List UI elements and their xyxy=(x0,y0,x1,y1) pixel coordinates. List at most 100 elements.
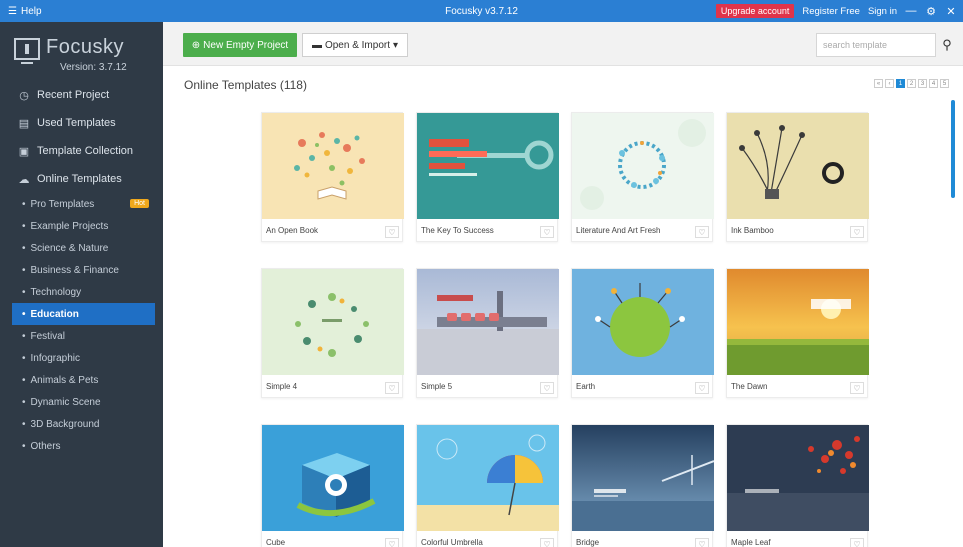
page-4-button[interactable]: 4 xyxy=(929,79,938,88)
sidebar-item-label: Festival xyxy=(30,330,65,342)
sidebar-item-festival[interactable]: • Festival xyxy=(0,325,163,347)
brand-name: Focusky xyxy=(46,36,124,58)
template-card-the-key-to-success[interactable]: ♡ The Key To Success xyxy=(416,112,559,242)
sign-in-link[interactable]: Sign in xyxy=(868,6,897,17)
template-card-an-open-book[interactable]: ♡ An Open Book xyxy=(261,112,404,242)
heart-icon[interactable]: ♡ xyxy=(385,226,399,238)
help-menu[interactable]: ☰ Help xyxy=(0,6,120,17)
template-title: Cube xyxy=(266,538,286,547)
sidebar-item-template-collection[interactable]: ▣ Template Collection xyxy=(0,137,163,165)
search-icon[interactable]: ⚲ xyxy=(937,33,957,57)
template-thumbnail xyxy=(572,425,714,531)
sidebar-item-online-templates[interactable]: ☁ Online Templates xyxy=(0,165,163,193)
heart-icon[interactable]: ♡ xyxy=(850,382,864,394)
sidebar-item-label: Education xyxy=(30,308,79,320)
template-card-cube[interactable]: ♡ Cube xyxy=(261,424,404,547)
section-title: Online Templates (118) xyxy=(184,78,307,92)
settings-icon[interactable]: ⚙ xyxy=(925,5,937,18)
template-card-simple-5[interactable]: ♡ Simple 5 xyxy=(416,268,559,398)
template-card-literature-and-art-fresh[interactable]: ♡ Literature And Art Fresh xyxy=(571,112,714,242)
sidebar-item-infographic[interactable]: • Infographic xyxy=(0,347,163,369)
template-title: An Open Book xyxy=(266,226,319,235)
sidebar-item-recent-project[interactable]: ◷ Recent Project xyxy=(0,81,163,109)
template-title: Ink Bamboo xyxy=(731,226,774,235)
heart-icon[interactable]: ♡ xyxy=(385,538,399,547)
template-title: Colorful Umbrella xyxy=(421,538,483,547)
template-thumbnail xyxy=(262,113,404,219)
sidebar-item-label: 3D Background xyxy=(30,418,100,430)
title-bar: ☰ Help Focusky v3.7.12 Upgrade account R… xyxy=(0,0,963,22)
register-free-link[interactable]: Register Free xyxy=(802,6,860,17)
heart-icon[interactable]: ♡ xyxy=(540,226,554,238)
sidebar-item-others[interactable]: • Others xyxy=(0,435,163,457)
brand: Focusky Version: 3.7.12 xyxy=(14,36,154,76)
template-card-ink-bamboo[interactable]: ♡ Ink Bamboo xyxy=(726,112,869,242)
heart-icon[interactable]: ♡ xyxy=(850,538,864,547)
heart-icon[interactable]: ♡ xyxy=(850,226,864,238)
sidebar-item-label: Technology xyxy=(30,286,82,298)
first-page-button[interactable]: « xyxy=(874,79,883,88)
page-3-button[interactable]: 3 xyxy=(918,79,927,88)
version-label: Version: 3.7.12 xyxy=(60,62,127,73)
heart-icon[interactable]: ♡ xyxy=(695,382,709,394)
open-import-button[interactable]: ▬ Open & Import ▾ xyxy=(302,33,408,57)
focusky-logo-icon xyxy=(14,38,40,64)
heart-icon[interactable]: ♡ xyxy=(540,538,554,547)
search-input[interactable]: search template xyxy=(816,33,936,57)
prev-page-button[interactable]: ‹ xyxy=(885,79,894,88)
upgrade-account-button[interactable]: Upgrade account xyxy=(715,4,795,18)
sidebar-item-animals-pets[interactable]: • Animals & Pets xyxy=(0,369,163,391)
sidebar-item-label: Dynamic Scene xyxy=(30,396,101,408)
help-icon: ☰ xyxy=(8,5,17,17)
help-label: Help xyxy=(20,5,42,17)
sidebar-item-label: Online Templates xyxy=(37,173,122,185)
sidebar-item-label: Pro Templates xyxy=(30,198,95,210)
sidebar-item-science-nature[interactable]: • Science & Nature xyxy=(0,237,163,259)
sidebar-item-3d-background[interactable]: • 3D Background xyxy=(0,413,163,435)
caret-down-icon: ▾ xyxy=(393,39,399,51)
new-empty-project-button[interactable]: ⊕ New Empty Project xyxy=(183,33,297,57)
template-title: The Key To Success xyxy=(421,226,494,235)
template-card-maple-leaf[interactable]: ♡ Maple Leaf xyxy=(726,424,869,547)
heart-icon[interactable]: ♡ xyxy=(695,226,709,238)
hot-badge: Hot xyxy=(130,199,149,208)
sidebar-item-technology[interactable]: • Technology xyxy=(0,281,163,303)
heart-icon[interactable]: ♡ xyxy=(695,538,709,547)
list-icon: ▤ xyxy=(18,117,30,130)
sidebar-item-example-projects[interactable]: • Example Projects xyxy=(0,215,163,237)
sidebar-nav: ◷ Recent Project ▤ Used Templates ▣ Temp… xyxy=(0,81,163,457)
sidebar-item-dynamic-scene[interactable]: • Dynamic Scene xyxy=(0,391,163,413)
template-title: Maple Leaf xyxy=(731,538,771,547)
page-5-button[interactable]: 5 xyxy=(940,79,949,88)
main-panel: ⊕ New Empty Project ▬ Open & Import ▾ se… xyxy=(163,22,963,547)
minimize-icon[interactable]: — xyxy=(905,5,917,17)
template-thumbnail xyxy=(727,425,869,531)
template-card-earth[interactable]: ♡ Earth xyxy=(571,268,714,398)
template-thumbnail xyxy=(262,425,404,531)
close-icon[interactable]: ✕ xyxy=(945,5,957,18)
scrollbar-thumb[interactable] xyxy=(951,100,955,198)
heart-icon[interactable]: ♡ xyxy=(385,382,399,394)
sidebar-item-used-templates[interactable]: ▤ Used Templates xyxy=(0,109,163,137)
template-card-bridge[interactable]: ♡ Bridge xyxy=(571,424,714,547)
sidebar-item-label: Infographic xyxy=(30,352,80,364)
clock-icon: ◷ xyxy=(19,89,29,102)
heart-icon[interactable]: ♡ xyxy=(540,382,554,394)
cloud-icon: ☁ xyxy=(18,173,30,186)
page-2-button[interactable]: 2 xyxy=(907,79,916,88)
template-card-simple-4[interactable]: ♡ Simple 4 xyxy=(261,268,404,398)
template-card-the-dawn[interactable]: ♡ The Dawn xyxy=(726,268,869,398)
sidebar-item-label: Recent Project xyxy=(37,89,110,101)
page-1-button[interactable]: 1 xyxy=(896,79,905,88)
template-card-colorful-umbrella[interactable]: ♡ Colorful Umbrella xyxy=(416,424,559,547)
template-title: Bridge xyxy=(576,538,600,547)
sidebar-item-education[interactable]: • Education xyxy=(12,303,155,325)
pagination: « ‹ 1 2 3 4 5 xyxy=(874,79,949,88)
template-thumbnail xyxy=(262,269,404,375)
folder-icon: ▬ xyxy=(311,39,322,51)
template-thumbnail xyxy=(417,269,559,375)
sidebar-item-business-finance[interactable]: • Business & Finance xyxy=(0,259,163,281)
template-thumbnail xyxy=(572,113,714,219)
template-thumbnail xyxy=(572,269,714,375)
sidebar-item-pro-templates[interactable]: • Pro Templates Hot xyxy=(0,193,163,215)
